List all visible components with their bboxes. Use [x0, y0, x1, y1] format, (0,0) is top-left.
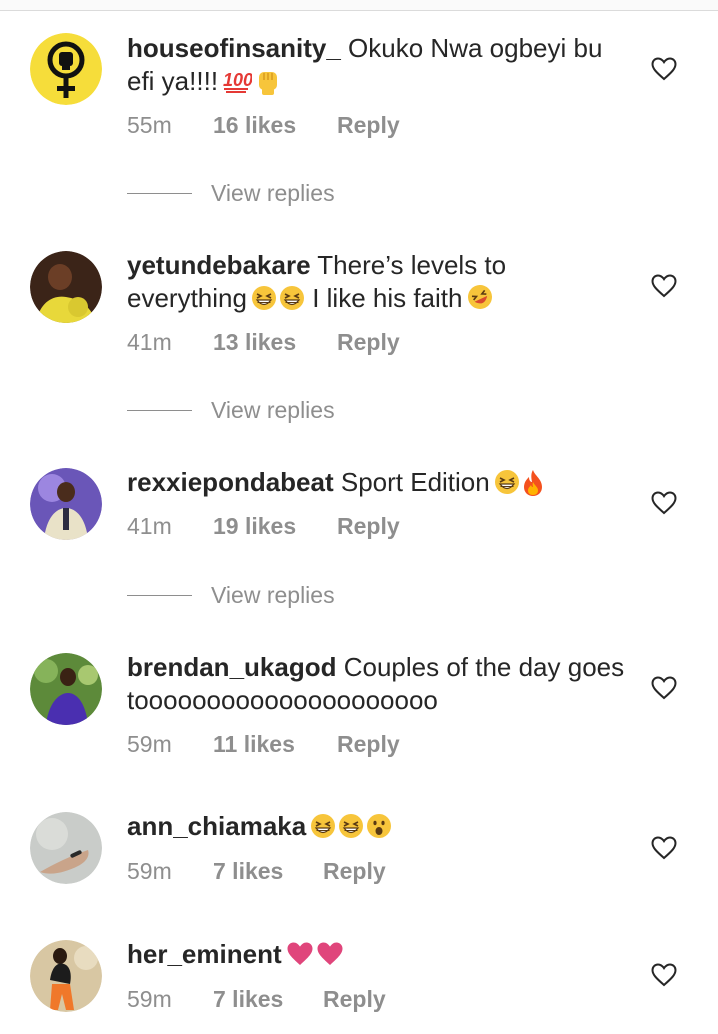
comment-username[interactable]: her_eminent — [127, 939, 282, 969]
comment-time: 59m — [127, 858, 172, 884]
avatar[interactable] — [30, 468, 102, 540]
comment-body-continued: I like his faith — [304, 283, 463, 313]
reply-button[interactable]: Reply — [337, 329, 400, 356]
avatar[interactable] — [30, 940, 102, 1012]
profile-photo-icon — [30, 940, 102, 1012]
grinning-squinting-emoji — [251, 286, 276, 310]
comment-username[interactable]: houseofinsanity_ — [127, 33, 341, 63]
comment-username[interactable]: ann_chiamaka — [127, 811, 306, 841]
fire-emoji — [523, 470, 542, 496]
view-replies-label: View replies — [211, 180, 335, 206]
likes-count[interactable]: 7 likes — [213, 986, 323, 1013]
profile-photo-icon — [30, 812, 102, 884]
comment-text: houseofinsanity_ Okuko Nwa ogbeyi bu efi… — [127, 32, 627, 98]
comment-time: 55m — [127, 112, 172, 138]
comment-text: yetundebakare There’s levels to everythi… — [127, 249, 627, 315]
view-replies-line — [127, 193, 192, 194]
raised-fist-emoji — [259, 72, 278, 95]
reply-button[interactable]: Reply — [337, 513, 400, 540]
avatar[interactable] — [30, 33, 102, 105]
comment-time: 59m — [127, 986, 172, 1012]
comment-body: Sport Edition — [333, 467, 490, 497]
grinning-squinting-emoji — [339, 814, 364, 838]
profile-photo-icon — [30, 251, 102, 323]
comment-text: rexxiepondabeat Sport Edition — [127, 466, 627, 499]
view-replies-line — [127, 410, 192, 411]
profile-photo-icon — [30, 468, 102, 540]
view-replies-button[interactable]: View replies — [127, 180, 335, 207]
comment-text: ann_chiamaka — [127, 810, 627, 843]
comment-time: 41m — [127, 329, 172, 355]
likes-count[interactable]: 7 likes — [213, 858, 323, 885]
comment-text: brendan_ukagod Couples of the day goes t… — [127, 651, 627, 717]
svg-text:100: 100 — [223, 70, 252, 90]
heart-icon[interactable] — [651, 676, 677, 700]
profile-photo-icon — [30, 653, 102, 725]
pink-heart-emoji — [287, 942, 313, 965]
likes-count[interactable]: 11 likes — [213, 731, 337, 758]
grinning-squinting-emoji — [311, 814, 336, 838]
heart-icon[interactable] — [651, 57, 677, 81]
hundred-points-emoji: 100 — [223, 70, 252, 93]
venus-fist-icon — [30, 33, 102, 105]
view-replies-label: View replies — [211, 582, 335, 608]
top-divider — [0, 0, 718, 11]
comment-time: 41m — [127, 513, 172, 539]
likes-count[interactable]: 19 likes — [213, 513, 337, 540]
view-replies-button[interactable]: View replies — [127, 397, 335, 424]
grinning-squinting-emoji — [279, 286, 304, 310]
comment-username[interactable]: brendan_ukagod — [127, 652, 336, 682]
reply-button[interactable]: Reply — [323, 858, 386, 885]
view-replies-button[interactable]: View replies — [127, 582, 335, 609]
comment-username[interactable]: yetundebakare — [127, 250, 311, 280]
reply-button[interactable]: Reply — [337, 731, 400, 758]
comment-text: her_eminent — [127, 938, 627, 971]
comment-username[interactable]: rexxiepondabeat — [127, 467, 334, 497]
avatar[interactable] — [30, 653, 102, 725]
avatar[interactable] — [30, 251, 102, 323]
view-replies-line — [127, 595, 192, 596]
view-replies-label: View replies — [211, 397, 335, 423]
heart-icon[interactable] — [651, 963, 677, 987]
reply-button[interactable]: Reply — [337, 112, 400, 139]
likes-count[interactable]: 16 likes — [213, 112, 337, 139]
comment-time: 59m — [127, 731, 172, 757]
reply-button[interactable]: Reply — [323, 986, 386, 1013]
heart-icon[interactable] — [651, 491, 677, 515]
heart-icon[interactable] — [651, 274, 677, 298]
pink-heart-emoji — [317, 942, 343, 965]
rofl-emoji — [468, 285, 493, 309]
heart-icon[interactable] — [651, 836, 677, 860]
likes-count[interactable]: 13 likes — [213, 329, 337, 356]
avatar[interactable] — [30, 812, 102, 884]
surprised-emoji — [367, 814, 392, 838]
grinning-squinting-emoji — [494, 470, 519, 494]
